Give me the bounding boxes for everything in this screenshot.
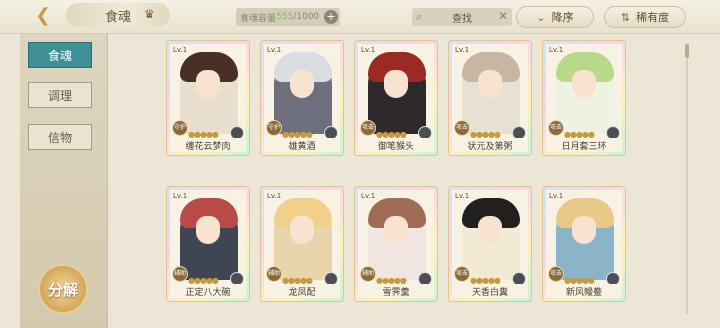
decompose-label: 分解 bbox=[47, 280, 78, 299]
character-card[interactable]: Lv.1 守护 ●●●●● 雄黄酒 bbox=[260, 40, 344, 156]
character-name: 正定八大碗 bbox=[170, 284, 246, 298]
tab-tokens[interactable]: 信物 bbox=[28, 124, 92, 150]
card-level: Lv.1 bbox=[549, 192, 564, 200]
food-soul-grid: Lv.1 守护 ●●●●● 缠花云梦肉 Lv.1 守护 ●●●●● 雄黄酒 Lv.1 攻击 ●●●●… bbox=[166, 40, 686, 324]
character-face bbox=[196, 216, 220, 244]
card-art: Lv.1 攻击 ●●●●● bbox=[546, 44, 622, 140]
card-level: Lv.1 bbox=[267, 46, 282, 54]
crown-icon[interactable]: ♛ bbox=[144, 8, 158, 20]
capacity-bar: 食魂容量 555 /1000 + bbox=[236, 8, 340, 26]
character-name: 雪霁羹 bbox=[358, 284, 434, 298]
card-level: Lv.1 bbox=[549, 46, 564, 54]
character-name: 缠花云梦肉 bbox=[170, 138, 246, 152]
tab-label: 食魂 bbox=[47, 48, 72, 63]
card-art: Lv.1 攻击 ●●●●● bbox=[358, 44, 434, 140]
add-capacity-icon[interactable]: + bbox=[324, 10, 338, 24]
role-badge: 守护 bbox=[172, 120, 188, 136]
character-card[interactable]: Lv.1 攻击 ●●●●● 新风鳗鲞 bbox=[542, 186, 626, 302]
top-bar: ❮ 食魂 ♛ 食魂容量 555 /1000 + ⌕ 查找 ✕ ⌄ 降序 ⇅ 稀有… bbox=[0, 0, 720, 34]
character-card[interactable]: Lv.1 攻击 ●●●●● 御笔猴头 bbox=[354, 40, 438, 156]
role-badge: 攻击 bbox=[548, 266, 564, 282]
character-face bbox=[384, 216, 408, 244]
capacity-max: /1000 bbox=[293, 12, 320, 22]
character-card[interactable]: Lv.1 辅助 ●●●●● 正定八大碗 bbox=[166, 186, 250, 302]
scrollbar-thumb[interactable] bbox=[685, 44, 689, 58]
tab-conditioning[interactable]: 调理 bbox=[28, 82, 92, 108]
tab-label: 调理 bbox=[47, 88, 72, 103]
character-name: 御笔猴头 bbox=[358, 138, 434, 152]
capacity-label: 食魂容量 bbox=[240, 13, 277, 24]
search-placeholder: 查找 bbox=[452, 13, 472, 25]
character-face bbox=[384, 70, 408, 98]
character-card[interactable]: Lv.1 攻击 ●●●●● 日月套三环 bbox=[542, 40, 626, 156]
role-badge: 攻击 bbox=[360, 120, 376, 136]
card-level: Lv.1 bbox=[173, 46, 188, 54]
back-arrow-icon[interactable]: ❮ bbox=[28, 2, 58, 28]
sort-order-button[interactable]: ⌄ 降序 bbox=[516, 6, 594, 28]
character-card[interactable]: Lv.1 攻击 ●●●●● 天香白糞 bbox=[448, 186, 532, 302]
decompose-button[interactable]: 分解 bbox=[38, 264, 88, 314]
role-badge: 辅助 bbox=[172, 266, 188, 282]
card-art: Lv.1 攻击 ●●●●● bbox=[546, 190, 622, 286]
role-badge: 攻击 bbox=[548, 120, 564, 136]
role-badge: 攻击 bbox=[454, 120, 470, 136]
character-name: 天香白糞 bbox=[452, 284, 528, 298]
card-level: Lv.1 bbox=[455, 192, 470, 200]
character-name: 新风鳗鲞 bbox=[546, 284, 622, 298]
search-icon: ⌕ bbox=[416, 10, 423, 23]
tab-label: 信物 bbox=[47, 130, 72, 145]
sort-rarity-button[interactable]: ⇅ 稀有度 bbox=[604, 6, 686, 28]
character-face bbox=[478, 216, 502, 244]
chevron-down-icon: ⌄ bbox=[536, 10, 546, 24]
sort-arrows-icon: ⇅ bbox=[620, 10, 631, 24]
sort-rarity-label: 稀有度 bbox=[636, 11, 670, 24]
character-name: 龙凤配 bbox=[264, 284, 340, 298]
card-art: Lv.1 守护 ●●●●● bbox=[170, 44, 246, 140]
card-art: Lv.1 守护 ●●●●● bbox=[264, 44, 340, 140]
card-level: Lv.1 bbox=[455, 46, 470, 54]
search-input[interactable]: ⌕ 查找 ✕ bbox=[412, 8, 512, 26]
card-art: Lv.1 攻击 ●●●●● bbox=[452, 190, 528, 286]
scrollbar-track[interactable] bbox=[686, 44, 688, 314]
character-face bbox=[478, 70, 502, 98]
sidebar: 食魂 调理 信物 分解 bbox=[20, 34, 108, 328]
character-face bbox=[290, 216, 314, 244]
page-title-text: 食魂 bbox=[104, 9, 131, 25]
card-level: Lv.1 bbox=[267, 192, 282, 200]
character-name: 状元及第粥 bbox=[452, 138, 528, 152]
role-badge: 攻击 bbox=[454, 266, 470, 282]
tab-food-soul[interactable]: 食魂 bbox=[28, 42, 92, 68]
capacity-current: 555 bbox=[276, 12, 294, 22]
character-face bbox=[290, 70, 314, 98]
sort-order-label: 降序 bbox=[551, 11, 574, 24]
character-name: 日月套三环 bbox=[546, 138, 622, 152]
character-face bbox=[572, 70, 596, 98]
card-art: Lv.1 辅助 ●●●●● bbox=[264, 190, 340, 286]
card-art: Lv.1 辅助 ●●●●● bbox=[170, 190, 246, 286]
card-level: Lv.1 bbox=[361, 192, 376, 200]
role-badge: 辅助 bbox=[360, 266, 376, 282]
character-name: 雄黄酒 bbox=[264, 138, 340, 152]
character-card[interactable]: Lv.1 攻击 ●●●●● 状元及第粥 bbox=[448, 40, 532, 156]
character-card[interactable]: Lv.1 守护 ●●●●● 缠花云梦肉 bbox=[166, 40, 250, 156]
character-card[interactable]: Lv.1 辅助 ●●●●● 雪霁羹 bbox=[354, 186, 438, 302]
card-art: Lv.1 辅助 ●●●●● bbox=[358, 190, 434, 286]
close-icon[interactable]: ✕ bbox=[498, 9, 508, 23]
role-badge: 守护 bbox=[266, 120, 282, 136]
character-card[interactable]: Lv.1 辅助 ●●●●● 龙凤配 bbox=[260, 186, 344, 302]
role-badge: 辅助 bbox=[266, 266, 282, 282]
character-face bbox=[196, 70, 220, 98]
character-face bbox=[572, 216, 596, 244]
card-art: Lv.1 攻击 ●●●●● bbox=[452, 44, 528, 140]
card-level: Lv.1 bbox=[173, 192, 188, 200]
card-level: Lv.1 bbox=[361, 46, 376, 54]
